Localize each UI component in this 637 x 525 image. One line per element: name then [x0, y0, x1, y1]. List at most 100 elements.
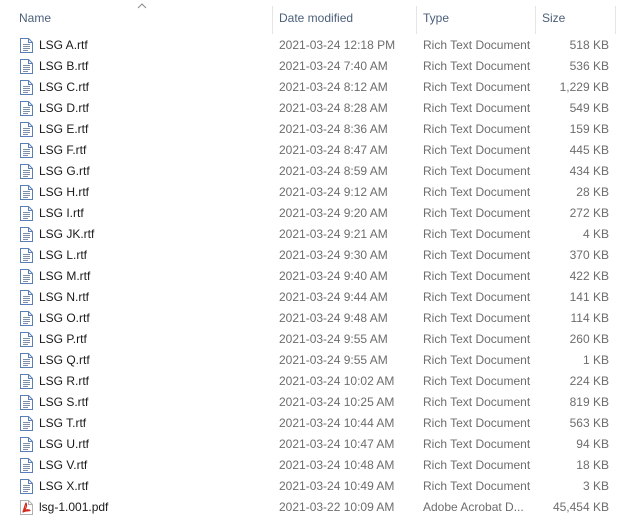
file-date-modified: 2021-03-24 9:55 AM: [279, 332, 388, 346]
file-date-modified: 2021-03-24 8:47 AM: [279, 143, 388, 157]
file-type: Rich Text Document: [423, 143, 531, 157]
column-header-name[interactable]: Name: [19, 0, 272, 36]
file-row[interactable]: LSG F.rtf 2021-03-24 8:47 AM Rich Text Doc…: [0, 140, 637, 161]
file-row[interactable]: LSG G.rtf 2021-03-24 8:59 AM Rich Text Doc…: [0, 161, 637, 182]
file-row[interactable]: LSG O.rtf 2021-03-24 9:48 AM Rich Text Doc…: [0, 308, 637, 329]
column-resize-handle[interactable]: [615, 6, 616, 34]
file-row[interactable]: LSG P.rtf 2021-03-24 9:55 AM Rich Text Doc…: [0, 329, 637, 350]
file-row[interactable]: LSG U.rtf 2021-03-24 10:47 AM Rich Text Do…: [0, 434, 637, 455]
file-size: 1 KB: [582, 353, 609, 367]
file-size: 536 KB: [569, 59, 609, 73]
column-header-size[interactable]: Size: [542, 0, 614, 36]
file-type: Rich Text Document: [423, 458, 531, 472]
file-row[interactable]: LSG C.rtf 2021-03-24 8:12 AM Rich Text Doc…: [0, 77, 637, 98]
file-size: 141 KB: [569, 290, 609, 304]
file-row[interactable]: LSG S.rtf 2021-03-24 10:25 AM Rich Text Do…: [0, 392, 637, 413]
rtf-document-icon: [20, 287, 34, 308]
file-size: 4 KB: [582, 227, 609, 241]
file-size: 370 KB: [569, 248, 609, 262]
file-type: Rich Text Document: [423, 437, 531, 451]
file-type: Rich Text Document: [423, 479, 531, 493]
file-row[interactable]: LSG V.rtf 2021-03-24 10:48 AM Rich Text Do…: [0, 455, 637, 476]
file-row[interactable]: LSG R.rtf 2021-03-24 10:02 AM Rich Text Do…: [0, 371, 637, 392]
file-type: Adobe Acrobat D...: [423, 500, 524, 514]
file-name: LSG P.rtf: [39, 332, 87, 346]
file-name: LSG O.rtf: [39, 311, 90, 325]
file-size: 114 KB: [570, 311, 609, 325]
file-size: 272 KB: [569, 206, 609, 220]
file-date-modified: 2021-03-24 9:40 AM: [279, 269, 388, 283]
rtf-document-icon: [20, 77, 34, 98]
file-name: LSG T.rtf: [39, 416, 87, 430]
file-row[interactable]: LSG D.rtf 2021-03-24 8:28 AM Rich Text Doc…: [0, 98, 637, 119]
file-date-modified: 2021-03-24 10:02 AM: [279, 374, 395, 388]
file-size: 563 KB: [569, 416, 609, 430]
file-name: LSG G.rtf: [39, 164, 90, 178]
rtf-document-icon: [20, 392, 34, 413]
file-name: LSG I.rtf: [39, 206, 84, 220]
file-type: Rich Text Document: [423, 248, 531, 262]
file-row[interactable]: LSG X.rtf 2021-03-24 10:49 AM Rich Text Do…: [0, 476, 637, 497]
file-date-modified: 2021-03-24 9:55 AM: [279, 353, 388, 367]
file-type: Rich Text Document: [423, 206, 531, 220]
file-type: Rich Text Document: [423, 38, 531, 52]
file-size: 159 KB: [569, 122, 609, 136]
file-size: 518 KB: [569, 38, 609, 52]
file-size: 94 KB: [576, 437, 609, 451]
file-date-modified: 2021-03-24 10:47 AM: [279, 437, 395, 451]
file-row[interactable]: LSG L.rtf 2021-03-24 9:30 AM Rich Text Doc…: [0, 245, 637, 266]
file-type: Rich Text Document: [423, 416, 531, 430]
file-date-modified: 2021-03-24 9:48 AM: [279, 311, 388, 325]
file-name: LSG H.rtf: [39, 185, 90, 199]
file-size: 549 KB: [569, 101, 609, 115]
file-date-modified: 2021-03-24 9:44 AM: [279, 290, 388, 304]
file-size: 1,229 KB: [559, 80, 609, 94]
file-row[interactable]: LSG A.rtf 2021-03-24 12:18 PM Rich Text Do…: [0, 35, 637, 56]
file-name: LSG M.rtf: [39, 269, 91, 283]
file-type: Rich Text Document: [423, 290, 531, 304]
file-row[interactable]: LSG H.rtf 2021-03-24 9:12 AM Rich Text Doc…: [0, 182, 637, 203]
column-header-type[interactable]: Type: [423, 0, 535, 36]
file-row[interactable]: LSG I.rtf 2021-03-24 9:20 AM Rich Text Doc…: [0, 203, 637, 224]
file-row[interactable]: LSG E.rtf 2021-03-24 8:36 AM Rich Text Doc…: [0, 119, 637, 140]
file-type: Rich Text Document: [423, 311, 531, 325]
file-date-modified: 2021-03-24 9:21 AM: [279, 227, 388, 241]
file-date-modified: 2021-03-24 9:12 AM: [279, 185, 388, 199]
file-row[interactable]: LSG B.rtf 2021-03-24 7:40 AM Rich Text Doc…: [0, 56, 637, 77]
file-date-modified: 2021-03-24 8:59 AM: [279, 164, 388, 178]
file-size: 45,454 KB: [552, 500, 609, 514]
rtf-document-icon: [20, 245, 34, 266]
rtf-document-icon: [20, 35, 34, 56]
file-date-modified: 2021-03-24 7:40 AM: [279, 59, 388, 73]
file-row[interactable]: lsg-1.001.pdf 2021-03-22 10:09 AM Adobe Ac…: [0, 497, 637, 518]
file-name: LSG JK.rtf: [39, 227, 95, 241]
file-type: Rich Text Document: [423, 374, 531, 388]
column-header-bar: Name Date modified Type Size: [0, 0, 637, 36]
file-name: LSG V.rtf: [39, 458, 88, 472]
file-name: LSG R.rtf: [39, 374, 90, 388]
file-date-modified: 2021-03-24 10:49 AM: [279, 479, 395, 493]
rtf-document-icon: [20, 350, 34, 371]
rtf-document-icon: [20, 476, 34, 497]
rtf-document-icon: [20, 455, 34, 476]
file-size: 28 KB: [576, 185, 609, 199]
file-row[interactable]: LSG N.rtf 2021-03-24 9:44 AM Rich Text Doc…: [0, 287, 637, 308]
file-row[interactable]: LSG JK.rtf 2021-03-24 9:21 AM Rich Text Do…: [0, 224, 637, 245]
file-name: LSG E.rtf: [39, 122, 89, 136]
rtf-document-icon: [20, 266, 34, 287]
file-row[interactable]: LSG T.rtf 2021-03-24 10:44 AM Rich Text Do…: [0, 413, 637, 434]
rtf-document-icon: [20, 371, 34, 392]
file-row[interactable]: LSG M.rtf 2021-03-24 9:40 AM Rich Text Doc…: [0, 266, 637, 287]
rtf-document-icon: [20, 203, 34, 224]
file-row[interactable]: LSG Q.rtf 2021-03-24 9:55 AM Rich Text Doc…: [0, 350, 637, 371]
file-size: 224 KB: [569, 374, 609, 388]
file-date-modified: 2021-03-24 10:48 AM: [279, 458, 395, 472]
file-date-modified: 2021-03-24 8:28 AM: [279, 101, 388, 115]
column-resize-handle[interactable]: [535, 6, 536, 34]
file-type: Rich Text Document: [423, 332, 531, 346]
column-header-date-modified[interactable]: Date modified: [279, 0, 415, 36]
column-resize-handle[interactable]: [416, 6, 417, 34]
file-size: 422 KB: [569, 269, 609, 283]
rtf-document-icon: [20, 308, 34, 329]
column-resize-handle[interactable]: [272, 6, 273, 34]
